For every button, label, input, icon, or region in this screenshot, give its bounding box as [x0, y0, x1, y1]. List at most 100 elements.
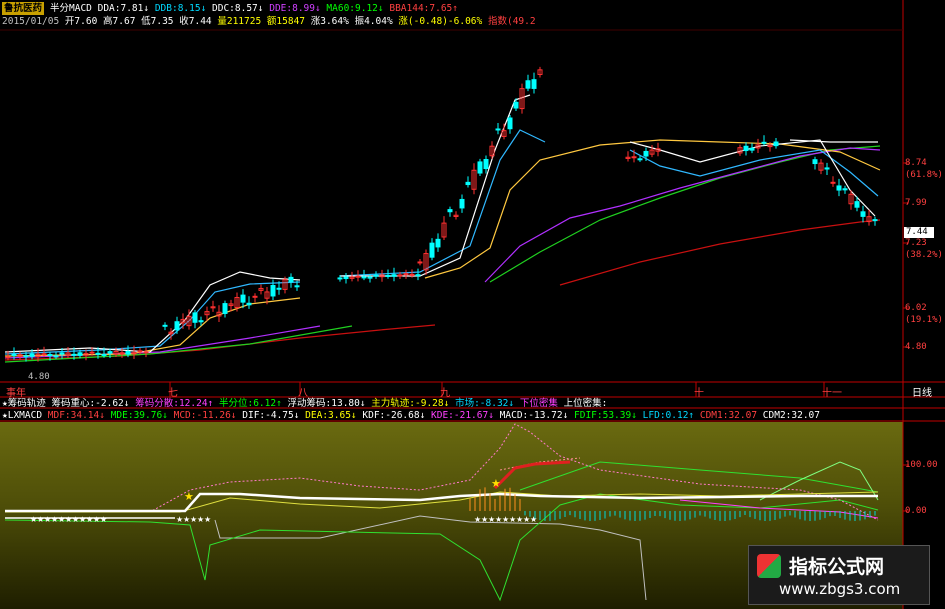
candle-body [830, 181, 836, 184]
price-tick-1: (61.8%) [905, 170, 943, 180]
site-logo-icon [757, 554, 781, 578]
signal-star-icon: ★ [100, 515, 107, 524]
macd-field-7: KDE:-21.67↓ [431, 410, 500, 421]
candle-body [860, 211, 866, 217]
ohlc-values: 2015/01/05 开7.60 高7.67 低7.35 收7.44 量2117… [2, 15, 536, 28]
candle-body [252, 295, 258, 298]
candle-body [531, 79, 537, 89]
candle-body [337, 277, 343, 280]
candle-body [743, 145, 749, 152]
chip-field-3: 半分位:6.12↑ [218, 398, 288, 409]
candle-body [631, 156, 637, 159]
ohlc-field-9: 涨(-0.48)-6.06% [398, 16, 488, 27]
candle-body [198, 320, 204, 323]
candle-body [429, 242, 435, 258]
low-price-label: 4.80 [28, 372, 50, 382]
candle-body [222, 303, 228, 314]
candle-body [385, 274, 391, 277]
candle-body [854, 201, 860, 208]
candle-body [525, 80, 531, 89]
candle-body [11, 353, 17, 356]
chip-field-6: 市场:-8.32↓ [455, 398, 520, 409]
macd-field-2: MDE:39.76↓ [110, 410, 174, 421]
candle-body [355, 275, 361, 278]
ohlc-field-10: 指数(49.2 [487, 16, 536, 27]
candle-body [174, 321, 180, 331]
candle-body [77, 352, 83, 356]
candle-body [101, 353, 107, 356]
candle-body [824, 167, 830, 170]
candle-body [246, 302, 252, 306]
candle-body [643, 150, 649, 157]
ohlc-field-8: 振4.04% [354, 16, 399, 27]
candle-body [361, 276, 367, 279]
candlesticks [5, 66, 878, 362]
macd-field-0: ★LXMACD [2, 410, 48, 421]
candle-body [276, 287, 282, 290]
signal-star-icon: ★ [184, 490, 194, 503]
candle-body [47, 354, 53, 357]
signal-star-icon: ★ [204, 515, 211, 524]
header-field-4: DDE:8.99↓ [269, 3, 327, 14]
header-field-1: DDA:7.81↓ [97, 3, 155, 14]
candle-body [343, 276, 349, 280]
candle-body [842, 188, 848, 191]
candle-body [483, 159, 489, 170]
macd-field-8: MACD:-13.72↓ [499, 410, 575, 421]
ohlc-field-6: 额15847 [266, 16, 311, 27]
candle-body [465, 181, 471, 186]
candle-body [812, 159, 818, 165]
macd-field-12: CDM2:32.07 [762, 410, 820, 421]
candle-body [95, 352, 101, 355]
candle-body [162, 324, 168, 327]
candle-body [288, 276, 294, 283]
chip-field-0: ★筹码轨迹 [2, 398, 52, 409]
chip-field-4: 浮动筹码:13.80↓ [287, 398, 372, 409]
current-price-tag: 7.44 [906, 227, 928, 237]
candle-body [447, 209, 453, 213]
chip-field-8: 上位密集: [563, 398, 608, 409]
candle-body [143, 351, 149, 354]
watermark-title: 指标公式网 [789, 556, 885, 578]
stock-name: 鲁抗医药 [2, 2, 45, 15]
candle-body [773, 141, 779, 147]
indicator-tick-0: 100.00 [905, 460, 938, 470]
candle-body [41, 353, 47, 356]
candle-body [367, 276, 373, 279]
header-field-5: MA60:9.12↓ [326, 3, 390, 14]
macd-field-6: KDF:-26.68↓ [362, 410, 432, 421]
ohlc-field-3: 低7.35 [141, 16, 180, 27]
candle-body [53, 355, 59, 358]
chip-field-7: 下位密集 [519, 398, 564, 409]
candle-body [29, 353, 35, 357]
watermark-badge: 指标公式网 www.zbgs3.com [748, 545, 930, 605]
month-label-5: 十一 [822, 388, 842, 399]
price-tick-5: 6.02 [905, 303, 927, 313]
candle-body [459, 198, 465, 209]
chip-field-5: 主力轨迹:-9.28↓ [371, 398, 456, 409]
candle-body [192, 312, 198, 323]
price-tick-7: 4.80 [905, 342, 927, 352]
month-label-6: 日线 [912, 388, 932, 399]
candle-body [435, 238, 441, 248]
macd-field-11: CDM1:32.07 [699, 410, 763, 421]
candle-body [495, 128, 501, 131]
candle-body [637, 158, 643, 161]
header-field-2: DDB:8.15↓ [154, 3, 213, 14]
candle-body [107, 351, 113, 354]
macd-field-1: MDF:34.14↓ [47, 410, 111, 421]
macd-field-10: LFD:0.12↑ [642, 410, 700, 421]
ohlc-field-7: 涨3.64% [310, 16, 355, 27]
macd-field-5: DEA:3.65↓ [305, 410, 363, 421]
candle-body [373, 274, 379, 277]
stock-chart[interactable]: ★ ★ ★ ★ ★ ★ ★ ★ ★ ★ ★ ★ ★ ★ ★ ★ ★ ★ ★ ★ ★ ★ ★ ★ ★★★ [0, 0, 945, 609]
signal-star-icon: ★ [530, 515, 537, 524]
price-tick-0: 8.74 [905, 158, 927, 168]
macd-field-9: FDIF:53.39↓ [574, 410, 643, 421]
candle-body [137, 350, 143, 353]
macd-field-4: DIF:-4.75↓ [242, 410, 306, 421]
header-field-0: 半分MACD [50, 3, 98, 14]
watermark-url: www.zbgs3.com [779, 580, 901, 598]
candle-body [415, 274, 421, 277]
price-tick-6: (19.1%) [905, 315, 943, 325]
